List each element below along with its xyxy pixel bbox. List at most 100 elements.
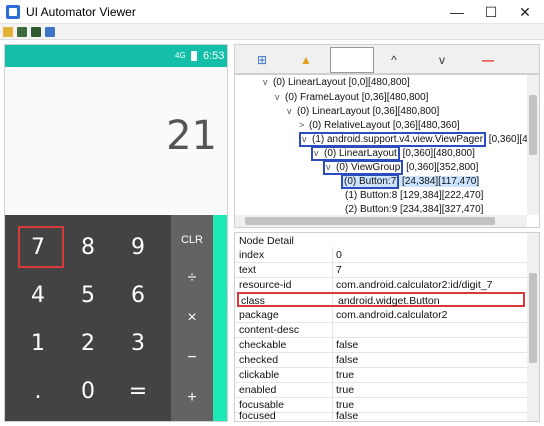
detail-value: true [336,384,355,396]
tree-node[interactable]: v (0) ViewGroup [0,360][352,800] [323,160,478,175]
operator-column: CLR ÷ × − + [171,215,213,421]
detail-value: com.android.calculator2 [336,309,448,321]
close-button[interactable]: ✕ [508,0,542,24]
tree-node-label: (0) LinearLayout [0,0][480,800] [273,77,410,88]
battery-icon [191,51,197,61]
detail-key: focused [239,410,276,422]
tree-node-bounds: [0,360][352,800] [403,162,479,173]
main-toolbar [0,24,544,40]
tree-node[interactable]: v (0) LinearLayout [0,36][480,800] [287,104,439,119]
detail-value: android.widget.Button [338,295,440,307]
key-2[interactable]: 2 [65,321,111,367]
signal-icon: 4G [175,51,186,60]
open-folder-icon[interactable] [3,27,13,37]
status-time: 6:53 [203,50,225,62]
detail-row[interactable]: package com.android.calculator2 [235,308,527,323]
tree-node-label: (0) FrameLayout [0,36][480,800] [285,92,429,103]
detail-value: 7 [336,264,342,276]
key-3[interactable]: 3 [115,321,161,367]
search-input[interactable] [330,47,374,73]
detail-row[interactable]: clickable true [235,368,527,383]
device-screenshot-icon[interactable] [17,27,27,37]
clear-icon[interactable]: — [479,51,497,69]
advanced-panel-handle[interactable] [213,215,227,421]
selected-node-highlight [18,226,64,268]
expand-arrow-icon[interactable]: > [299,118,309,133]
tree-vertical-scroll-thumb[interactable] [529,95,537,155]
detail-vertical-scroll-thumb[interactable] [529,273,537,363]
expand-arrow-icon[interactable]: v [314,146,324,161]
expand-arrow-icon[interactable]: v [275,90,285,105]
key-9[interactable]: 9 [115,225,161,271]
tree-node-label: (0) ViewGroup [336,162,401,173]
detail-key: enabled [239,384,277,396]
tree-node-label: (0) Button:7 [341,174,400,189]
app-icon [6,5,20,19]
tree-node[interactable]: v (1) android.support.v4.view.ViewPager [… [299,132,528,147]
detail-row[interactable]: checked false [235,353,527,368]
maximize-button[interactable]: ☐ [474,0,508,24]
tree-node[interactable]: v (0) FrameLayout [0,36][480,800] [275,90,428,105]
tree-horizontal-scrollbar[interactable] [235,215,527,227]
expand-all-icon[interactable]: ⊞ [253,51,271,69]
detail-row[interactable]: content-desc [235,323,527,338]
key-4[interactable]: 4 [15,273,61,319]
minimize-button[interactable]: — [440,0,474,24]
device-screenshot-compressed-icon[interactable] [31,27,41,37]
detail-value: false [336,354,359,366]
window-title: UI Automator Viewer [26,5,136,19]
tree-node-label: (1) android.support.v4.view.ViewPager [312,134,484,145]
detail-row[interactable]: resource-id com.android.calculator2:id/di… [235,278,527,293]
node-detail-title: Node Detail [239,235,294,247]
key-dot[interactable]: . [15,369,61,415]
op-plus[interactable]: + [171,375,213,421]
expand-arrow-icon[interactable]: v [263,75,273,90]
result-text: 21 [166,113,217,159]
detail-key: content-desc [239,324,300,336]
device-screenshot-panel[interactable]: 4G 6:53 21 7 8 9 4 5 6 1 2 3 . 0 = CLR ÷… [4,44,228,422]
detail-row-selected[interactable]: class android.widget.Button [237,292,525,307]
key-1[interactable]: 1 [15,321,61,367]
detail-row[interactable]: index 0 [235,248,527,263]
warning-icon[interactable]: ▲ [297,51,315,69]
detail-value: false [336,339,359,351]
tree-node[interactable]: v (0) LinearLayout [0,360][480,800] [311,146,475,161]
detail-key: text [239,264,256,276]
detail-key: checked [239,354,279,366]
detail-key: class [241,295,265,307]
tree-node[interactable]: > (0) RelativeLayout [0,36][480,360] [299,118,460,133]
tree-vertical-scrollbar[interactable] [527,75,539,215]
save-icon[interactable] [45,27,55,37]
detail-row[interactable]: checkable false [235,338,527,353]
tree-node-label: (1) Button:8 [129,384][222,470] [345,190,484,201]
detail-vertical-scrollbar[interactable] [527,233,539,421]
detail-row[interactable]: enabled true [235,383,527,398]
key-8[interactable]: 8 [65,225,111,271]
detail-key: package [239,309,279,321]
detail-value: 0 [336,249,342,261]
hierarchy-toolbar: ⊞ ▲ ^ v — [234,44,540,74]
key-5[interactable]: 5 [65,273,111,319]
expand-arrow-icon[interactable]: v [326,160,336,175]
key-equals[interactable]: = [115,369,161,415]
detail-value: com.android.calculator2:id/digit_7 [336,279,493,291]
key-6[interactable]: 6 [115,273,161,319]
hierarchy-tree[interactable]: v (0) LinearLayout [0,0][480,800] v (0) Fr… [234,74,540,228]
next-icon[interactable]: v [433,51,451,69]
tree-node[interactable]: (1) Button:8 [129,384][222,470] [345,188,483,203]
tree-horizontal-scroll-thumb[interactable] [245,217,495,225]
detail-key: index [239,249,265,261]
key-0[interactable]: 0 [65,369,111,415]
calculator-display: 21 [5,67,227,215]
tree-node-label: (0) LinearLayout [0,36][480,800] [297,106,440,117]
tree-node[interactable]: v (0) LinearLayout [0,0][480,800] [263,75,410,90]
detail-row[interactable]: text 7 [235,263,527,278]
tree-node-bounds: [0,360][480,800] [399,148,475,159]
tree-node-selected[interactable]: (0) Button:7 [24,384][117,470] [341,174,480,189]
node-detail-panel: Node Detail index 0 text 7 resource-id com.… [234,232,540,422]
detail-row[interactable]: focused false [235,409,527,422]
expand-arrow-icon[interactable]: v [287,104,297,119]
detail-key: checkable [239,339,287,351]
expand-arrow-icon[interactable]: v [302,132,312,147]
previous-icon[interactable]: ^ [385,51,403,69]
